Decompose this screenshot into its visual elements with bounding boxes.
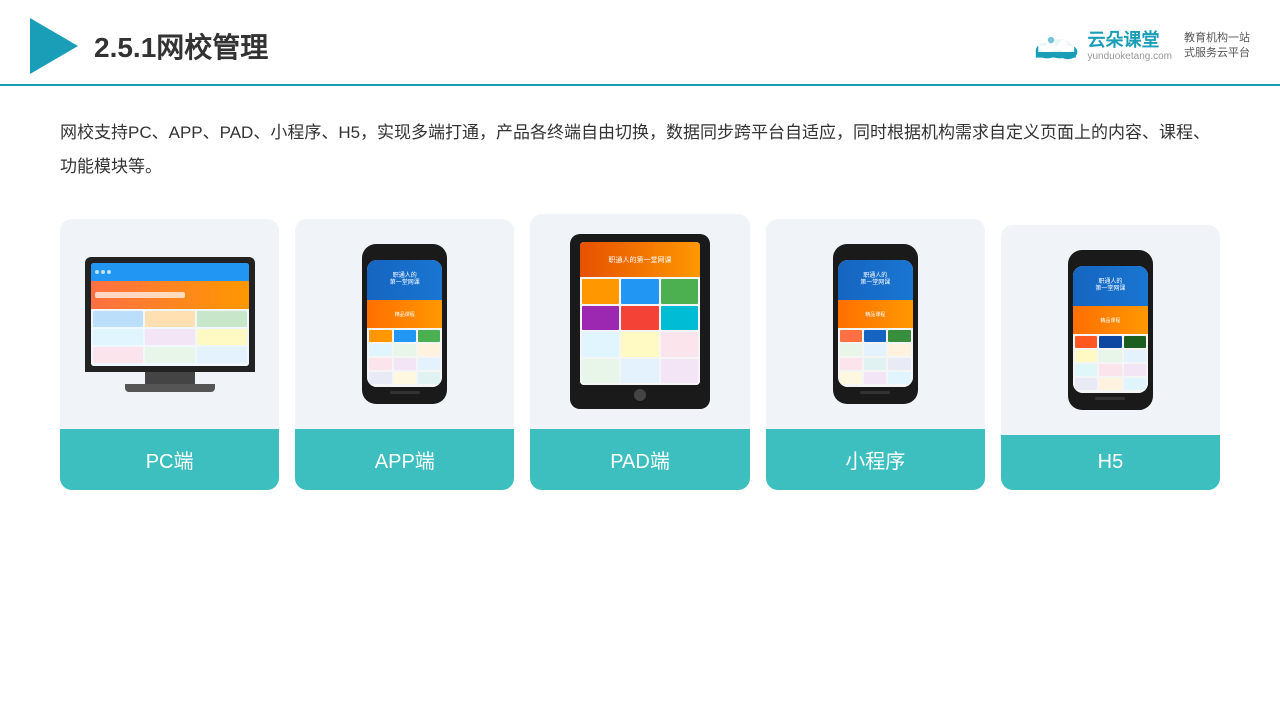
card-h5-label: H5 [1001, 435, 1220, 490]
card-mini-image: 职通人的第一堂网课 精品课程 [766, 219, 985, 419]
card-h5-image: 职通人的第一堂网课 精品课程 [1001, 225, 1220, 425]
pad-tablet-icon: 职通人的第一堂网课 [570, 234, 710, 409]
card-pad-image: 职通人的第一堂网课 [530, 214, 749, 419]
header: 2.5.1网校管理 云朵课堂 yunduoketang.com 教育机构一站 [0, 0, 1280, 86]
description-text: 网校支持PC、APP、PAD、小程序、H5，实现多端打通，产品各终端自由切换，数… [60, 116, 1220, 184]
content: 网校支持PC、APP、PAD、小程序、H5，实现多端打通，产品各终端自由切换，数… [0, 86, 1280, 510]
card-app[interactable]: 职通人的第一堂网课 精品课程 [295, 219, 514, 490]
card-h5[interactable]: 职通人的第一堂网课 精品课程 [1001, 225, 1220, 490]
card-pad-label: PAD端 [530, 429, 749, 490]
brand-text: 云朵课堂 yunduoketang.com [1087, 30, 1172, 63]
brand-name: 云朵课堂 [1087, 30, 1159, 52]
logo-triangle-icon [30, 18, 78, 74]
brand-logo [1031, 28, 1079, 64]
brand-slogan: 教育机构一站式服务云平台 [1184, 31, 1250, 62]
card-pc[interactable]: PC端 [60, 219, 279, 490]
cloud-icon [1031, 28, 1079, 64]
card-pad[interactable]: 职通人的第一堂网课 [530, 214, 749, 490]
header-left: 2.5.1网校管理 [30, 18, 268, 74]
card-app-label: APP端 [295, 429, 514, 490]
card-pc-label: PC端 [60, 429, 279, 490]
brand-url: yunduoketang.com [1087, 51, 1172, 62]
app-phone-icon: 职通人的第一堂网课 精品课程 [362, 244, 447, 404]
page-title: 2.5.1网校管理 [94, 26, 268, 66]
h5-phone-icon: 职通人的第一堂网课 精品课程 [1068, 250, 1153, 410]
card-app-image: 职通人的第一堂网课 精品课程 [295, 219, 514, 419]
mini-phone-icon: 职通人的第一堂网课 精品课程 [833, 244, 918, 404]
card-pc-image [60, 219, 279, 419]
header-right: 云朵课堂 yunduoketang.com 教育机构一站式服务云平台 [1031, 28, 1250, 64]
card-mini-label: 小程序 [766, 429, 985, 490]
cards-container: PC端 职通人的第一堂网课 精品课程 [60, 214, 1220, 490]
card-mini[interactable]: 职通人的第一堂网课 精品课程 [766, 219, 985, 490]
pc-monitor-icon [85, 257, 255, 392]
